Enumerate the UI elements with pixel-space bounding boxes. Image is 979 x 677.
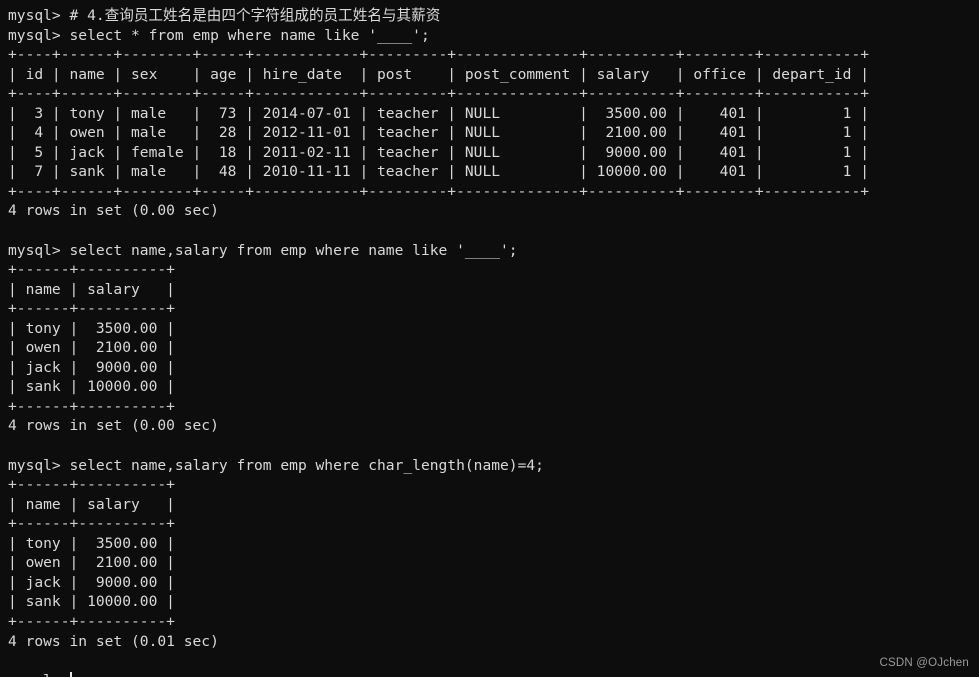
table-row: | 3 | tony | male | 73 | 2014-07-01 | te… [8, 104, 870, 122]
result-status: 4 rows in set (0.00 sec) [8, 202, 219, 220]
terminal-output: mysql> # 4.查询员工姓名是由四个字符组成的员工姓名与其薪资 mysql>… [8, 6, 979, 671]
table-rule: +----+------+--------+-----+------------… [8, 182, 870, 200]
table-rule: +------+----------+ [8, 476, 175, 494]
table-rule: +------+----------+ [8, 397, 175, 415]
table-rule: +------+----------+ [8, 261, 175, 279]
table-row: | sank | 10000.00 | [8, 593, 175, 611]
result-status: 4 rows in set (0.00 sec) [8, 417, 219, 435]
comment-line: mysql> # 4.查询员工姓名是由四个字符组成的员工姓名与其薪资 [8, 7, 441, 24]
table-rule: +----+------+--------+-----+------------… [8, 85, 870, 103]
table-row: | 7 | sank | male | 48 | 2010-11-11 | te… [8, 163, 870, 181]
terminal-window[interactable]: mysql> # 4.查询员工姓名是由四个字符组成的员工姓名与其薪资 mysql>… [0, 0, 979, 677]
table-rule: +------+----------+ [8, 612, 175, 630]
query-line-2: mysql> select name,salary from emp where… [8, 241, 518, 259]
table-rule: +----+------+--------+-----+------------… [8, 46, 870, 64]
query-line-3: mysql> select name,salary from emp where… [8, 456, 544, 474]
table-row: | owen | 2100.00 | [8, 554, 175, 572]
table-row: | 4 | owen | male | 28 | 2012-11-01 | te… [8, 124, 870, 142]
terminal-prompt-line[interactable]: mysql> [8, 671, 979, 677]
table-row: | 5 | jack | female | 18 | 2011-02-11 | … [8, 143, 870, 161]
table-header: | name | salary | [8, 280, 175, 298]
table-rule: +------+----------+ [8, 300, 175, 318]
result-status: 4 rows in set (0.01 sec) [8, 632, 219, 650]
csdn-watermark: CSDN @OJchen [879, 657, 969, 669]
query-line-1: mysql> select * from emp where name like… [8, 26, 430, 44]
text-cursor [69, 671, 72, 677]
table-row: | owen | 2100.00 | [8, 339, 175, 357]
table-row: | jack | 9000.00 | [8, 358, 175, 376]
table-row: | jack | 9000.00 | [8, 573, 175, 591]
table-header: | id | name | sex | age | hire_date | po… [8, 65, 870, 83]
prompt-label: mysql> [8, 672, 70, 677]
table-row: | tony | 3500.00 | [8, 534, 175, 552]
table-row: | sank | 10000.00 | [8, 378, 175, 396]
table-header: | name | salary | [8, 495, 175, 513]
table-row: | tony | 3500.00 | [8, 319, 175, 337]
table-rule: +------+----------+ [8, 515, 175, 533]
